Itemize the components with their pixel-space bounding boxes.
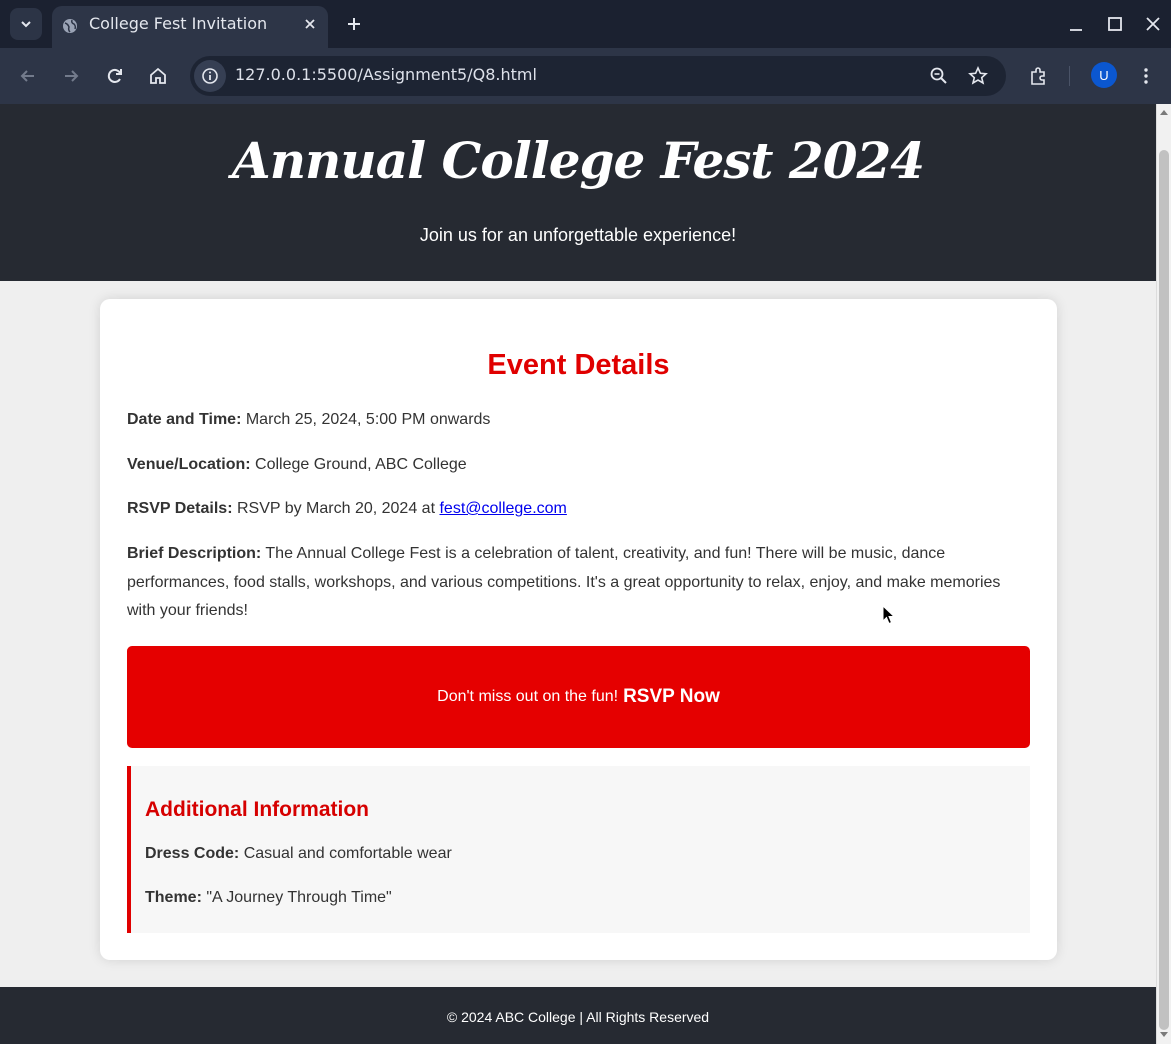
- event-card: Event Details Date and Time: March 25, 2…: [100, 299, 1057, 960]
- toolbar-divider: [1069, 66, 1070, 86]
- rsvp-banner: Don't miss out on the fun! RSVP Now: [127, 646, 1030, 748]
- window-minimize-button[interactable]: [1064, 12, 1088, 36]
- page-title: Annual College Fest 2024: [231, 131, 925, 190]
- arrow-right-icon: [65, 70, 79, 82]
- browser-tab-bar: College Fest Invitation: [0, 0, 1171, 48]
- home-icon: [150, 67, 166, 84]
- reload-icon: [107, 68, 122, 83]
- page-viewport: Annual College Fest 2024 Join us for an …: [0, 104, 1171, 1044]
- reload-button[interactable]: [101, 62, 129, 90]
- chevron-down-icon: [21, 21, 31, 28]
- venue-label: Venue/Location:: [127, 456, 251, 473]
- rsvp-now-link[interactable]: RSVP Now: [623, 686, 720, 708]
- rsvp-banner-text: Don't miss out on the fun!: [437, 688, 619, 705]
- event-details-heading: Event Details: [487, 349, 670, 381]
- plus-icon: [348, 18, 360, 30]
- rsvp-email-link[interactable]: fest@college.com: [439, 500, 566, 517]
- profile-avatar[interactable]: U: [1091, 62, 1117, 88]
- tab-close-button[interactable]: [300, 14, 320, 34]
- page-content: Annual College Fest 2024 Join us for an …: [0, 104, 1156, 1044]
- rsvp-line: RSVP Details: RSVP by March 20, 2024 at …: [127, 495, 1032, 524]
- close-icon: [305, 19, 315, 29]
- star-icon: [968, 66, 988, 85]
- additional-info-box: Additional Information Dress Code: Casua…: [127, 766, 1030, 933]
- rsvp-value: RSVP by March 20, 2024 at: [232, 500, 440, 517]
- vertical-scrollbar[interactable]: [1156, 104, 1171, 1044]
- arrow-left-icon: [20, 70, 34, 82]
- venue-line: Venue/Location: College Ground, ABC Coll…: [127, 451, 1032, 480]
- scroll-up-arrow-icon[interactable]: [1160, 110, 1168, 115]
- theme-label: Theme:: [145, 889, 202, 906]
- page-subtitle: Join us for an unforgettable experience!: [419, 225, 737, 245]
- home-button[interactable]: [144, 62, 172, 90]
- browser-tab[interactable]: College Fest Invitation: [52, 6, 328, 48]
- date-time-value: March 25, 2024, 5:00 PM onwards: [241, 411, 491, 428]
- close-icon: [1146, 17, 1160, 31]
- rsvp-label: RSVP Details:: [127, 500, 233, 517]
- window-maximize-button[interactable]: [1103, 12, 1127, 36]
- more-vertical-icon: [1144, 68, 1148, 84]
- window-close-button[interactable]: [1141, 12, 1165, 36]
- dress-code-value: Casual and comfortable wear: [239, 845, 452, 862]
- description-label: Brief Description:: [127, 545, 262, 562]
- browser-menu-button[interactable]: [1132, 62, 1160, 90]
- footer-copyright: © 2024 ABC College | All Rights Reserved: [446, 1009, 710, 1025]
- theme-line: Theme: "A Journey Through Time": [145, 887, 392, 909]
- mouse-cursor-icon: [882, 605, 896, 625]
- site-info-button[interactable]: [194, 60, 226, 92]
- dress-code-line: Dress Code: Casual and comfortable wear: [145, 843, 452, 865]
- bookmark-button[interactable]: [966, 64, 990, 88]
- new-tab-button[interactable]: [342, 12, 366, 36]
- date-time-label: Date and Time:: [127, 411, 242, 428]
- minimize-icon: [1070, 29, 1082, 31]
- maximize-icon: [1108, 17, 1122, 31]
- extensions-button[interactable]: [1024, 62, 1052, 90]
- page-footer: © 2024 ABC College | All Rights Reserved: [0, 987, 1156, 1044]
- address-bar[interactable]: 127.0.0.1:5500/Assignment5/Q8.html: [190, 56, 1006, 96]
- zoom-button[interactable]: [927, 64, 951, 88]
- puzzle-icon: [1031, 67, 1045, 85]
- info-icon: [202, 68, 218, 84]
- dress-code-label: Dress Code:: [145, 845, 240, 862]
- back-button[interactable]: [14, 62, 42, 90]
- date-time-line: Date and Time: March 25, 2024, 5:00 PM o…: [127, 406, 1032, 435]
- forward-button[interactable]: [57, 62, 85, 90]
- additional-info-heading: Additional Information: [145, 798, 369, 821]
- description-line: Brief Description: The Annual College Fe…: [127, 540, 1032, 626]
- url-text[interactable]: 127.0.0.1:5500/Assignment5/Q8.html: [235, 65, 537, 85]
- scrollbar-thumb[interactable]: [1159, 150, 1169, 1030]
- browser-toolbar: 127.0.0.1:5500/Assignment5/Q8.html U: [0, 48, 1171, 104]
- theme-value: "A Journey Through Time": [201, 889, 392, 906]
- tab-title: College Fest Invitation: [89, 14, 268, 33]
- page-header: Annual College Fest 2024 Join us for an …: [0, 104, 1156, 281]
- tab-search-button[interactable]: [10, 8, 42, 40]
- venue-value: College Ground, ABC College: [250, 456, 467, 473]
- zoom-icon: [930, 67, 947, 84]
- scroll-down-arrow-icon[interactable]: [1160, 1032, 1168, 1037]
- globe-icon: [63, 19, 77, 33]
